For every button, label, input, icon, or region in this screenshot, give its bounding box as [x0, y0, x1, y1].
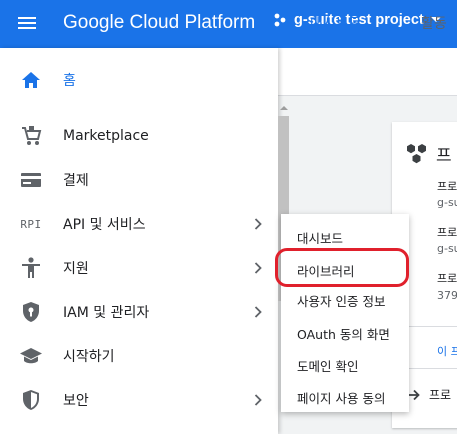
sidebar-item-security[interactable]: 보안	[0, 378, 278, 422]
billing-card-icon	[19, 168, 43, 192]
chevron-right-icon	[254, 394, 262, 406]
card-project-name-value: g-su	[437, 196, 457, 209]
sidebar-item-support[interactable]: 지원	[0, 246, 278, 290]
submenu-item-domain-verification[interactable]: 도메인 확인	[297, 356, 358, 375]
submenu-item-page-usage-agreement[interactable]: 페이지 사용 동의	[297, 388, 385, 407]
chevron-right-icon	[254, 306, 262, 318]
tab-activity[interactable]: 활동	[421, 13, 447, 33]
card-project-number-label: 프로	[437, 272, 457, 285]
app-title[interactable]: Google Cloud Platform	[63, 12, 255, 34]
sidebar-item-label: Marketplace	[63, 128, 149, 144]
graduation-cap-icon	[19, 344, 43, 368]
security-shield-icon	[19, 388, 43, 412]
tab-dashboard[interactable]: 대시보드	[310, 13, 362, 33]
api-services-submenu: 대시보드 라이브러리 사용자 인증 정보 OAuth 동의 화면 도메인 확인 …	[281, 214, 409, 412]
submenu-item-oauth-consent[interactable]: OAuth 동의 화면	[297, 324, 390, 343]
submenu-item-credentials[interactable]: 사용자 인증 정보	[297, 291, 385, 310]
sidebar-item-iam-admin[interactable]: IAM 및 관리자	[0, 290, 278, 334]
sidebar-item-home[interactable]: 홈	[0, 58, 278, 102]
sidebar-item-label: IAM 및 관리자	[63, 305, 150, 321]
marketplace-cart-icon	[19, 124, 43, 148]
home-icon	[19, 68, 43, 92]
sidebar-item-label: API 및 서비스	[63, 217, 146, 233]
sidebar-item-label: 결제	[63, 173, 89, 189]
sidebar-item-label: 지원	[63, 261, 89, 277]
library-highlight-annotation	[275, 248, 409, 287]
api-icon: RPI	[20, 217, 42, 231]
submenu-item-dashboard[interactable]: 대시보드	[297, 228, 343, 247]
navigation-drawer: 홈 Marketplace 결제 RPI API 및 서비스 지원 IAM 및 …	[0, 48, 278, 434]
scroll-up-arrow-icon[interactable]	[278, 102, 290, 114]
sidebar-item-label: 홈	[63, 73, 76, 89]
project-dots-icon	[274, 13, 286, 27]
card-footer-label: 프로	[429, 388, 452, 402]
sidebar-item-label: 시작하기	[63, 349, 115, 365]
support-person-icon	[19, 256, 43, 280]
shield-lock-icon	[19, 300, 43, 324]
sidebar-item-label: 보안	[63, 393, 89, 409]
sidebar-item-billing[interactable]: 결제	[0, 158, 278, 202]
sidebar-item-getting-started[interactable]: 시작하기	[0, 334, 278, 378]
card-settings-link[interactable]: 이 프	[437, 343, 457, 359]
card-title: 프	[436, 146, 452, 166]
top-app-bar: Google Cloud Platform g-suite test proje…	[0, 0, 457, 48]
chevron-right-icon	[254, 262, 262, 274]
chevron-right-icon	[254, 218, 262, 230]
card-project-id-value: g-su	[437, 242, 457, 255]
sidebar-item-marketplace[interactable]: Marketplace	[0, 114, 278, 158]
hexagon-cluster-icon	[407, 144, 426, 164]
hamburger-menu-icon[interactable]	[16, 14, 38, 34]
card-project-name-label: 프로	[437, 180, 457, 193]
card-project-number-value: 379	[437, 289, 457, 302]
card-footer-link[interactable]: 프로	[405, 386, 451, 403]
sidebar-item-api-services[interactable]: RPI API 및 서비스	[0, 202, 278, 246]
card-project-id-label: 프로	[437, 226, 457, 239]
tab-bar	[278, 48, 457, 96]
